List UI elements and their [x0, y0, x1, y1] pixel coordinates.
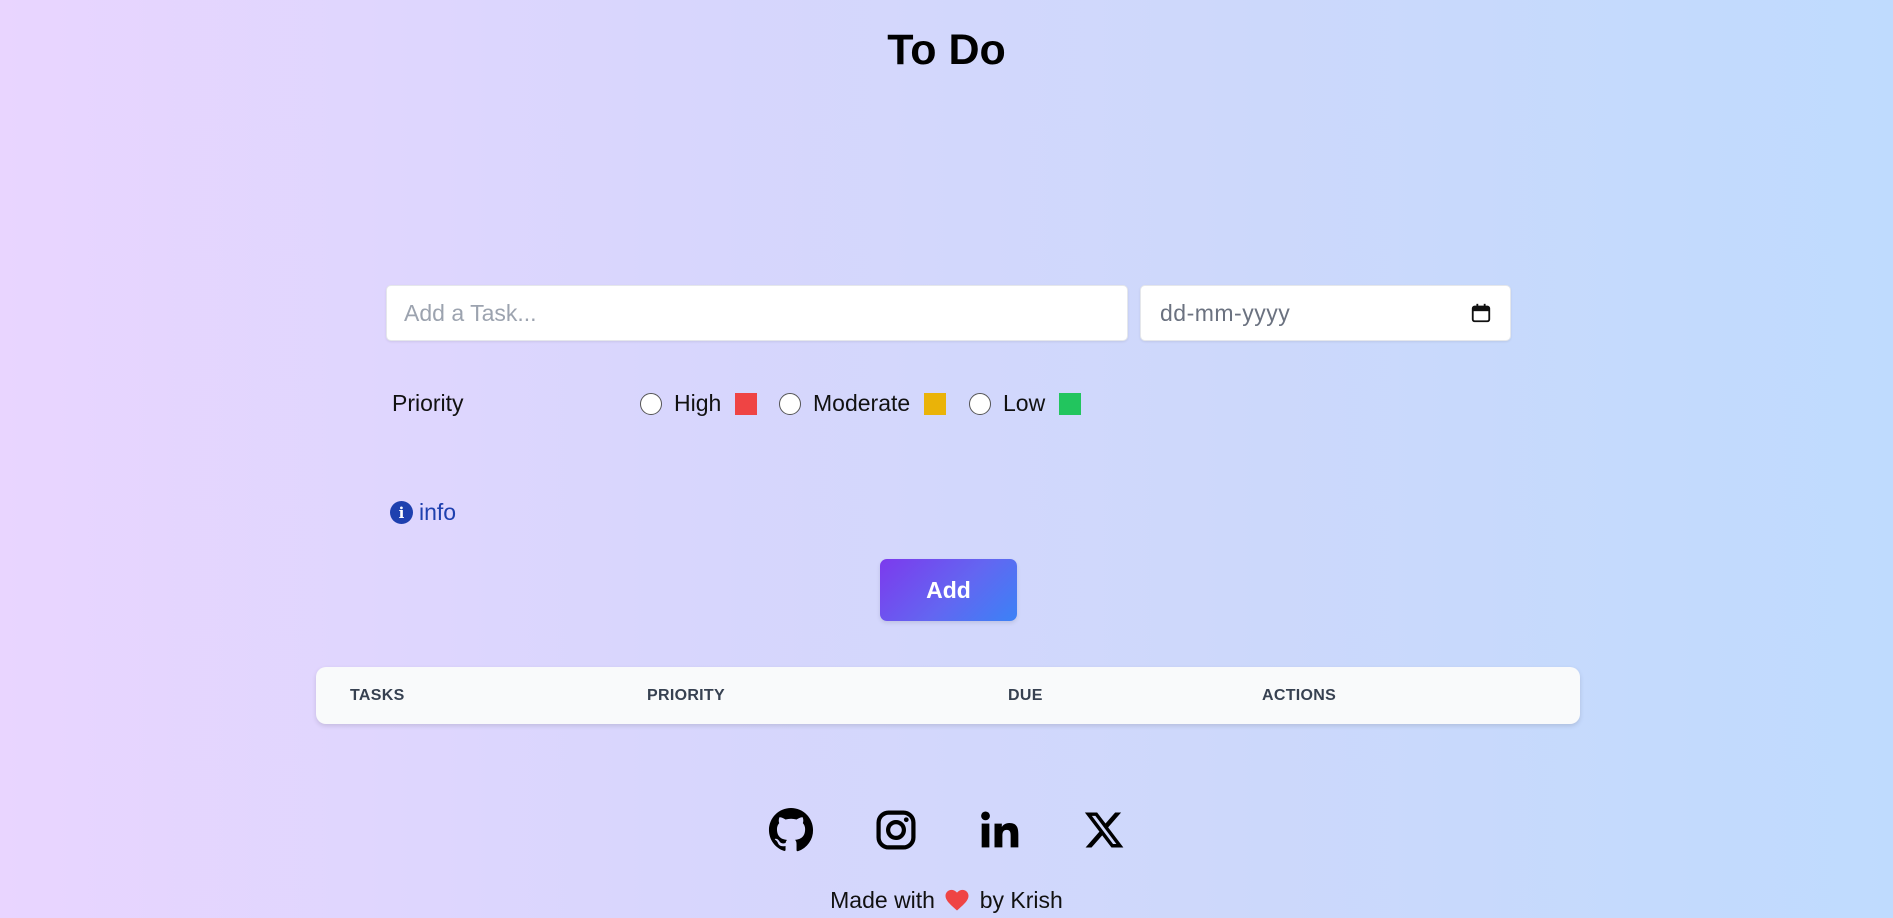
github-icon[interactable]: [767, 806, 815, 854]
column-header-tasks: TASKS: [350, 687, 405, 704]
calendar-icon[interactable]: [1470, 302, 1492, 324]
priority-high-option[interactable]: High: [640, 390, 758, 417]
add-button[interactable]: Add: [880, 559, 1017, 621]
column-header-due: DUE: [1008, 687, 1043, 704]
tasks-table-header: TASKS PRIORITY DUE ACTIONS: [316, 667, 1580, 724]
high-color-swatch: [735, 392, 758, 415]
page-title: To Do: [887, 26, 1006, 74]
priority-moderate-label: Moderate: [813, 390, 911, 416]
date-placeholder: dd-mm-yyyy: [1160, 299, 1291, 326]
priority-high-radio[interactable]: [640, 392, 662, 415]
social-links: [0, 806, 1893, 854]
priority-moderate-option[interactable]: Moderate: [779, 390, 947, 417]
instagram-icon[interactable]: [872, 806, 920, 854]
priority-low-radio[interactable]: [969, 392, 991, 415]
info-label: info: [419, 499, 457, 525]
info-link[interactable]: i info: [390, 499, 456, 526]
priority-low-label: Low: [1003, 390, 1046, 416]
footer-by: by Krish: [979, 887, 1063, 913]
priority-high-label: High: [674, 390, 722, 416]
task-input[interactable]: [386, 285, 1128, 341]
priority-moderate-radio[interactable]: [779, 392, 801, 415]
column-header-priority: PRIORITY: [647, 687, 725, 704]
x-icon[interactable]: [1081, 806, 1129, 854]
low-color-swatch: [1059, 392, 1082, 415]
footer-made-with: Made with: [830, 887, 935, 913]
linkedin-icon[interactable]: [976, 806, 1024, 854]
due-date-input[interactable]: dd-mm-yyyy: [1140, 285, 1511, 341]
priority-label: Priority: [392, 390, 464, 416]
column-header-actions: ACTIONS: [1262, 687, 1337, 704]
moderate-color-swatch: [924, 392, 947, 415]
info-icon: i: [390, 501, 413, 524]
footer: Made with by Krish: [0, 887, 1893, 914]
priority-low-option[interactable]: Low: [969, 390, 1082, 417]
heart-icon: [945, 889, 969, 911]
